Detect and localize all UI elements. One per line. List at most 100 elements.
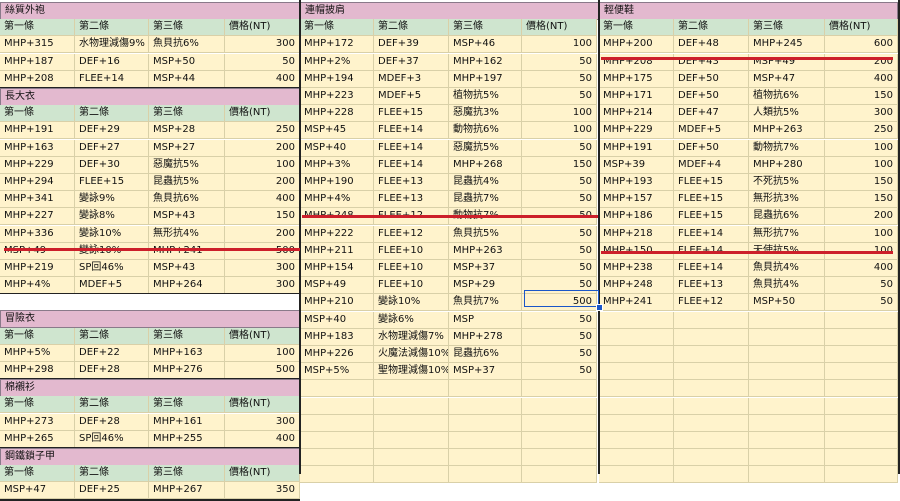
- table-cell[interactable]: SP回46%: [75, 260, 149, 276]
- table-cell[interactable]: [599, 346, 674, 362]
- table-cell[interactable]: MHP+3%: [300, 156, 374, 173]
- table-cell[interactable]: MSP+46: [449, 36, 522, 53]
- header-cell[interactable]: 價格(NT): [825, 19, 898, 36]
- table-cell[interactable]: 無形抗4%: [149, 225, 225, 242]
- table-cell[interactable]: [674, 414, 749, 431]
- header-cell[interactable]: 價格(NT): [225, 396, 300, 413]
- table-cell[interactable]: MHP+191: [599, 139, 674, 156]
- table-cell[interactable]: DEF+50: [674, 88, 749, 104]
- table-cell[interactable]: [749, 397, 825, 414]
- table-cell[interactable]: MHP+265: [0, 430, 75, 447]
- table-cell[interactable]: [749, 346, 825, 362]
- table-cell[interactable]: [522, 414, 597, 431]
- table-cell[interactable]: 400: [825, 70, 898, 87]
- table-cell[interactable]: MHP+238: [599, 260, 674, 276]
- header-cell[interactable]: 第二條: [75, 396, 149, 413]
- table-cell[interactable]: 變詠8%: [75, 208, 149, 225]
- table-cell[interactable]: MHP+263: [749, 122, 825, 139]
- table-cell[interactable]: [374, 414, 449, 431]
- header-cell[interactable]: 第三條: [149, 465, 225, 482]
- table-cell[interactable]: [674, 311, 749, 328]
- table-cell[interactable]: 400: [225, 70, 300, 87]
- table-cell[interactable]: FLEE+13: [374, 174, 449, 190]
- table-cell[interactable]: SP回46%: [75, 430, 149, 447]
- table-cell[interactable]: MSP+37: [449, 363, 522, 380]
- table-cell[interactable]: MHP+294: [0, 174, 75, 190]
- table-cell[interactable]: 100: [522, 105, 597, 122]
- table-cell[interactable]: [449, 449, 522, 466]
- table-cell[interactable]: [599, 328, 674, 345]
- table-cell[interactable]: MSP+5%: [300, 363, 374, 380]
- table-cell[interactable]: [374, 432, 449, 448]
- table-cell[interactable]: [749, 363, 825, 380]
- table-cell[interactable]: MHP+276: [149, 362, 225, 378]
- table-cell[interactable]: [449, 432, 522, 448]
- table-cell[interactable]: 100: [522, 122, 597, 139]
- table-cell[interactable]: MHP+263: [449, 242, 522, 259]
- table-cell[interactable]: [749, 449, 825, 466]
- table-cell[interactable]: 昆蟲抗5%: [149, 174, 225, 190]
- table-cell[interactable]: 植物抗6%: [749, 88, 825, 104]
- header-cell[interactable]: 第一條: [0, 465, 75, 482]
- table-cell[interactable]: [825, 311, 898, 328]
- table-cell[interactable]: FLEE+14: [374, 139, 449, 156]
- header-cell[interactable]: 第三條: [449, 19, 522, 36]
- table-cell[interactable]: 100: [225, 344, 300, 361]
- table-cell[interactable]: 無形抗7%: [749, 225, 825, 242]
- table-cell[interactable]: 不死抗5%: [749, 174, 825, 190]
- table-cell[interactable]: [825, 380, 898, 397]
- table-cell[interactable]: [825, 363, 898, 380]
- table-cell[interactable]: 惡魔抗5%: [449, 139, 522, 156]
- header-cell[interactable]: 價格(NT): [522, 19, 597, 36]
- table-cell[interactable]: DEF+50: [674, 139, 749, 156]
- header-cell[interactable]: 第二條: [75, 327, 149, 344]
- table-cell[interactable]: DEF+37: [374, 53, 449, 70]
- table-cell[interactable]: 200: [225, 139, 300, 156]
- table-cell[interactable]: MHP+162: [449, 53, 522, 70]
- table-cell[interactable]: 100: [225, 156, 300, 173]
- table-cell[interactable]: 變詠10%: [75, 225, 149, 242]
- table-cell[interactable]: FLEE+15: [674, 208, 749, 225]
- table-cell[interactable]: FLEE+14: [75, 70, 149, 87]
- table-cell[interactable]: 50: [825, 277, 898, 294]
- table-cell[interactable]: MHP+219: [0, 260, 75, 276]
- table-cell[interactable]: MHP+241: [599, 294, 674, 311]
- table-cell[interactable]: [825, 432, 898, 448]
- table-cell[interactable]: 150: [225, 208, 300, 225]
- table-cell[interactable]: MSP+40: [300, 311, 374, 328]
- table-cell[interactable]: MHP+190: [300, 174, 374, 190]
- table-cell[interactable]: 50: [522, 225, 597, 242]
- table-cell[interactable]: 變詠10%: [374, 294, 449, 311]
- table-cell[interactable]: 200: [825, 53, 898, 70]
- table-cell[interactable]: [825, 328, 898, 345]
- table-cell[interactable]: DEF+48: [674, 36, 749, 53]
- table-cell[interactable]: MSP+44: [149, 70, 225, 87]
- table-cell[interactable]: MSP+27: [149, 139, 225, 156]
- table-cell[interactable]: [599, 466, 674, 483]
- table-cell[interactable]: MHP+298: [0, 362, 75, 378]
- table-cell[interactable]: MSP+37: [449, 260, 522, 276]
- table-cell[interactable]: MDEF+5: [75, 277, 149, 294]
- header-cell[interactable]: 第二條: [75, 19, 149, 36]
- table-cell[interactable]: FLEE+15: [674, 174, 749, 190]
- table-cell[interactable]: FLEE+14: [674, 225, 749, 242]
- table-cell[interactable]: 100: [522, 36, 597, 53]
- table-cell[interactable]: 400: [225, 191, 300, 208]
- table-cell[interactable]: MHP+223: [300, 88, 374, 104]
- table-cell[interactable]: [749, 328, 825, 345]
- table-cell[interactable]: MHP+172: [300, 36, 374, 53]
- table-cell[interactable]: MSP+49: [300, 277, 374, 294]
- table-cell[interactable]: DEF+43: [674, 53, 749, 70]
- table-cell[interactable]: [825, 466, 898, 483]
- table-cell[interactable]: [674, 466, 749, 483]
- table-cell[interactable]: 50: [522, 53, 597, 70]
- header-cell[interactable]: 第一條: [300, 19, 374, 36]
- table-cell[interactable]: [825, 397, 898, 414]
- table-cell[interactable]: DEF+47: [674, 105, 749, 122]
- header-cell[interactable]: 第一條: [0, 19, 75, 36]
- table-cell[interactable]: FLEE+15: [674, 191, 749, 208]
- table-cell[interactable]: MSP+43: [149, 208, 225, 225]
- table-cell[interactable]: MSP+28: [149, 122, 225, 139]
- table-cell[interactable]: 50: [522, 311, 597, 328]
- header-cell[interactable]: 第二條: [75, 105, 149, 122]
